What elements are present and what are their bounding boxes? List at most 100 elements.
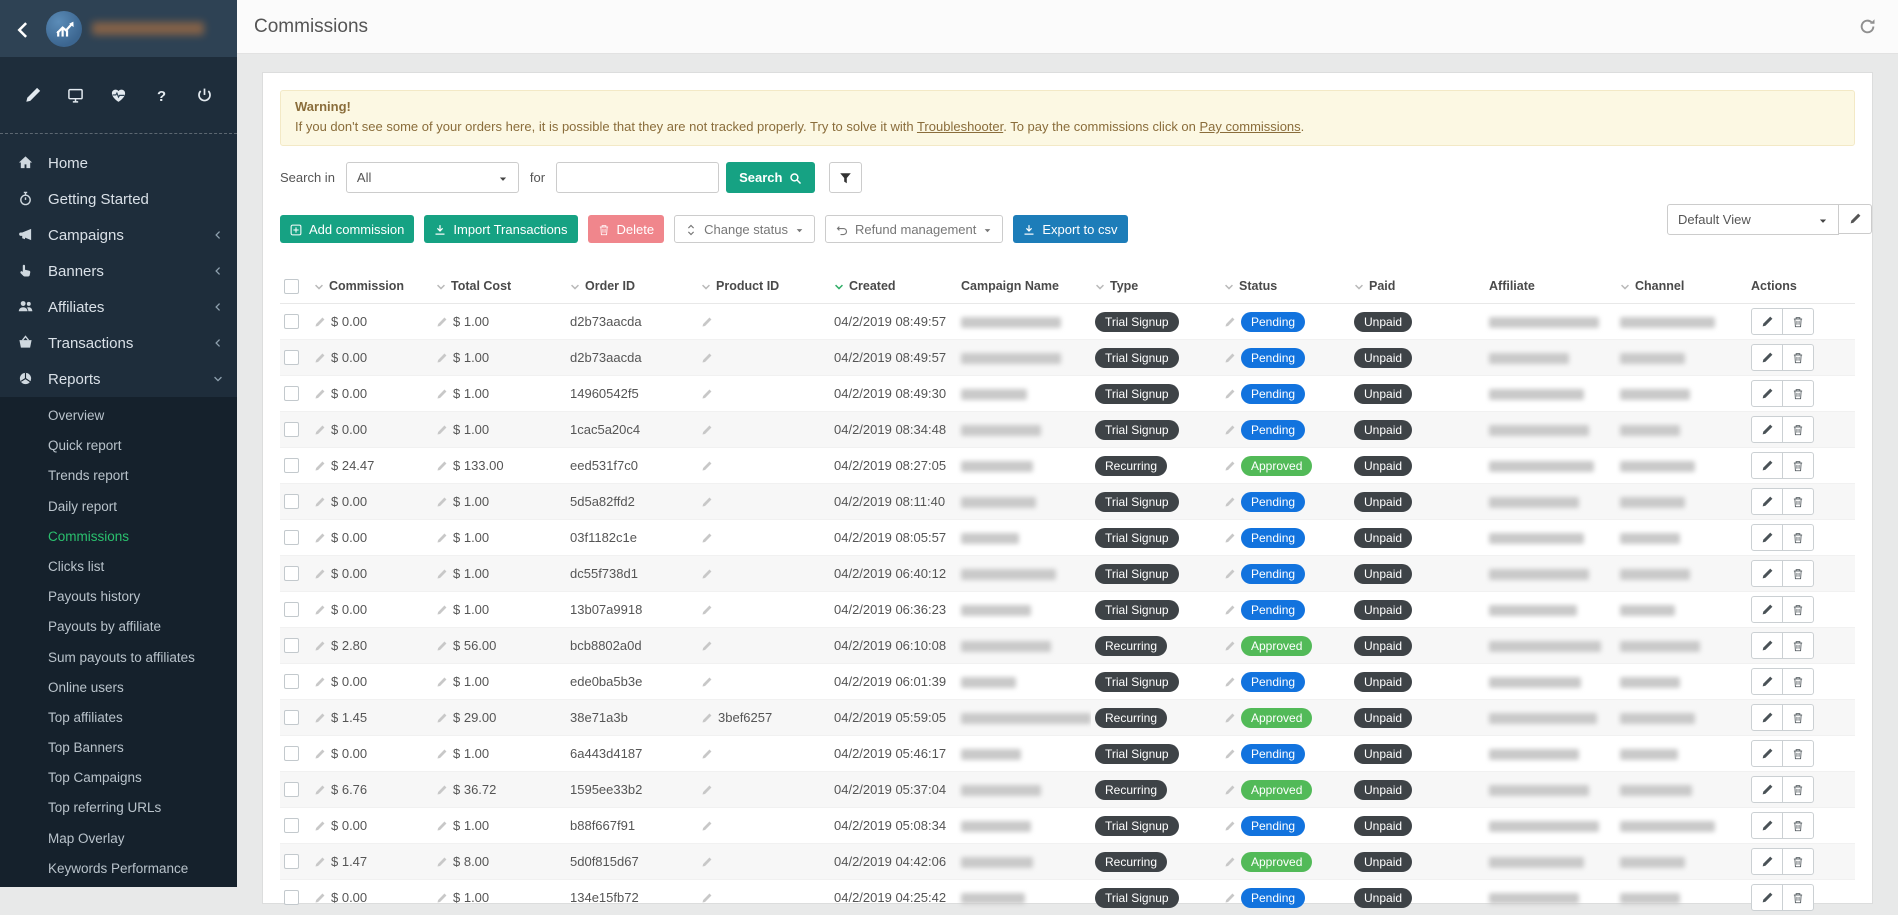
- sidebar-subitem-top-campaigns[interactable]: Top Campaigns: [0, 763, 237, 793]
- sort-icon[interactable]: [1354, 279, 1364, 293]
- row-checkbox[interactable]: [284, 890, 299, 905]
- edit-row-button[interactable]: [1751, 884, 1783, 911]
- row-checkbox[interactable]: [284, 458, 299, 473]
- pencil-icon[interactable]: [436, 854, 447, 869]
- column-header-product-id[interactable]: Product ID: [697, 269, 830, 304]
- sidebar-item-affiliates[interactable]: Affiliates: [0, 289, 237, 325]
- pencil-icon[interactable]: [1224, 638, 1235, 653]
- pencil-icon[interactable]: [701, 422, 712, 437]
- pencil-icon[interactable]: [701, 818, 712, 833]
- sidebar-subitem-online-users[interactable]: Online users: [0, 673, 237, 703]
- edit-row-button[interactable]: [1751, 704, 1783, 731]
- pencil-icon[interactable]: [436, 422, 447, 437]
- sidebar-item-banners[interactable]: Banners: [0, 253, 237, 289]
- sidebar-item-reports[interactable]: Reports: [0, 361, 237, 397]
- pencil-icon[interactable]: [1224, 350, 1235, 365]
- pencil-icon[interactable]: [701, 494, 712, 509]
- pencil-icon[interactable]: [436, 638, 447, 653]
- delete-row-button[interactable]: [1782, 452, 1814, 479]
- search-button[interactable]: Search: [726, 162, 815, 193]
- pencil-icon[interactable]: [1224, 458, 1235, 473]
- edit-row-button[interactable]: [1751, 848, 1783, 875]
- sidebar-item-campaigns[interactable]: Campaigns: [0, 217, 237, 253]
- sidebar-collapse-button[interactable]: [0, 16, 46, 42]
- pencil-icon[interactable]: [314, 422, 325, 437]
- pencil-icon[interactable]: [314, 890, 325, 905]
- export-csv-button[interactable]: Export to csv: [1013, 215, 1127, 243]
- pencil-icon[interactable]: [314, 458, 325, 473]
- delete-row-button[interactable]: [1782, 884, 1814, 911]
- pencil-icon[interactable]: [314, 818, 325, 833]
- sort-icon[interactable]: [834, 279, 844, 293]
- delete-button[interactable]: Delete: [588, 215, 665, 243]
- pencil-icon[interactable]: [436, 782, 447, 797]
- filter-button[interactable]: [829, 162, 862, 193]
- add-commission-button[interactable]: Add commission: [280, 215, 414, 243]
- edit-row-button[interactable]: [1751, 740, 1783, 767]
- pencil-icon[interactable]: [1224, 746, 1235, 761]
- import-transactions-button[interactable]: Import Transactions: [424, 215, 577, 243]
- pencil-icon[interactable]: [436, 386, 447, 401]
- pencil-icon[interactable]: [436, 314, 447, 329]
- delete-row-button[interactable]: [1782, 776, 1814, 803]
- pencil-icon[interactable]: [701, 458, 712, 473]
- sort-icon[interactable]: [701, 279, 711, 293]
- pencil-icon[interactable]: [701, 782, 712, 797]
- pencil-icon[interactable]: [436, 710, 447, 725]
- pencil-icon[interactable]: [701, 314, 712, 329]
- edit-row-button[interactable]: [1751, 344, 1783, 371]
- pencil-icon[interactable]: [1224, 674, 1235, 689]
- delete-row-button[interactable]: [1782, 524, 1814, 551]
- column-header-status[interactable]: Status: [1220, 269, 1350, 304]
- edit-row-button[interactable]: [1751, 524, 1783, 551]
- row-checkbox[interactable]: [284, 854, 299, 869]
- delete-row-button[interactable]: [1782, 596, 1814, 623]
- sidebar-subitem-quick-report[interactable]: Quick report: [0, 431, 237, 461]
- pencil-icon[interactable]: [314, 350, 325, 365]
- pencil-icon[interactable]: [314, 854, 325, 869]
- sort-icon[interactable]: [1095, 279, 1105, 293]
- pencil-icon[interactable]: [1224, 710, 1235, 725]
- pencil-icon[interactable]: [436, 350, 447, 365]
- pencil-icon[interactable]: [1224, 818, 1235, 833]
- pencil-icon[interactable]: [1224, 422, 1235, 437]
- delete-row-button[interactable]: [1782, 632, 1814, 659]
- sidebar-subitem-top-referring-urls[interactable]: Top referring URLs: [0, 793, 237, 823]
- pencil-icon[interactable]: [701, 854, 712, 869]
- pencil-icon[interactable]: [436, 674, 447, 689]
- pencil-icon[interactable]: [314, 314, 325, 329]
- pencil-icon[interactable]: [436, 602, 447, 617]
- row-checkbox[interactable]: [284, 494, 299, 509]
- sidebar-subitem-sum-payouts-to-affiliates[interactable]: Sum payouts to affiliates: [0, 643, 237, 673]
- sort-icon[interactable]: [436, 279, 446, 293]
- pencil-icon[interactable]: [1224, 566, 1235, 581]
- edit-row-button[interactable]: [1751, 488, 1783, 515]
- pencil-icon[interactable]: [1224, 314, 1235, 329]
- pencil-icon[interactable]: [701, 674, 712, 689]
- row-checkbox[interactable]: [284, 566, 299, 581]
- edit-row-button[interactable]: [1751, 776, 1783, 803]
- sidebar-subitem-payouts-history[interactable]: Payouts history: [0, 582, 237, 612]
- refresh-button[interactable]: [1859, 18, 1876, 36]
- pencil-icon[interactable]: [314, 494, 325, 509]
- pencil-icon[interactable]: [314, 566, 325, 581]
- pencil-icon[interactable]: [701, 386, 712, 401]
- sidebar-item-getting-started[interactable]: Getting Started: [0, 181, 237, 217]
- pencil-icon[interactable]: [436, 530, 447, 545]
- pay-commissions-link[interactable]: Pay commissions: [1200, 119, 1301, 134]
- delete-row-button[interactable]: [1782, 488, 1814, 515]
- sidebar-item-home[interactable]: Home: [0, 145, 237, 181]
- row-checkbox[interactable]: [284, 422, 299, 437]
- pencil-icon[interactable]: [1224, 602, 1235, 617]
- sidebar-subitem-clicks-list[interactable]: Clicks list: [0, 552, 237, 582]
- pencil-icon[interactable]: [701, 710, 712, 725]
- sidebar-item-transactions[interactable]: Transactions: [0, 325, 237, 361]
- column-header-created[interactable]: Created: [830, 269, 957, 304]
- quick-question-button[interactable]: ?: [153, 85, 170, 105]
- pencil-icon[interactable]: [436, 458, 447, 473]
- pencil-icon[interactable]: [701, 566, 712, 581]
- pencil-icon[interactable]: [1224, 854, 1235, 869]
- search-input[interactable]: [556, 162, 719, 193]
- troubleshooter-link[interactable]: Troubleshooter: [917, 119, 1003, 134]
- pencil-icon[interactable]: [701, 890, 712, 905]
